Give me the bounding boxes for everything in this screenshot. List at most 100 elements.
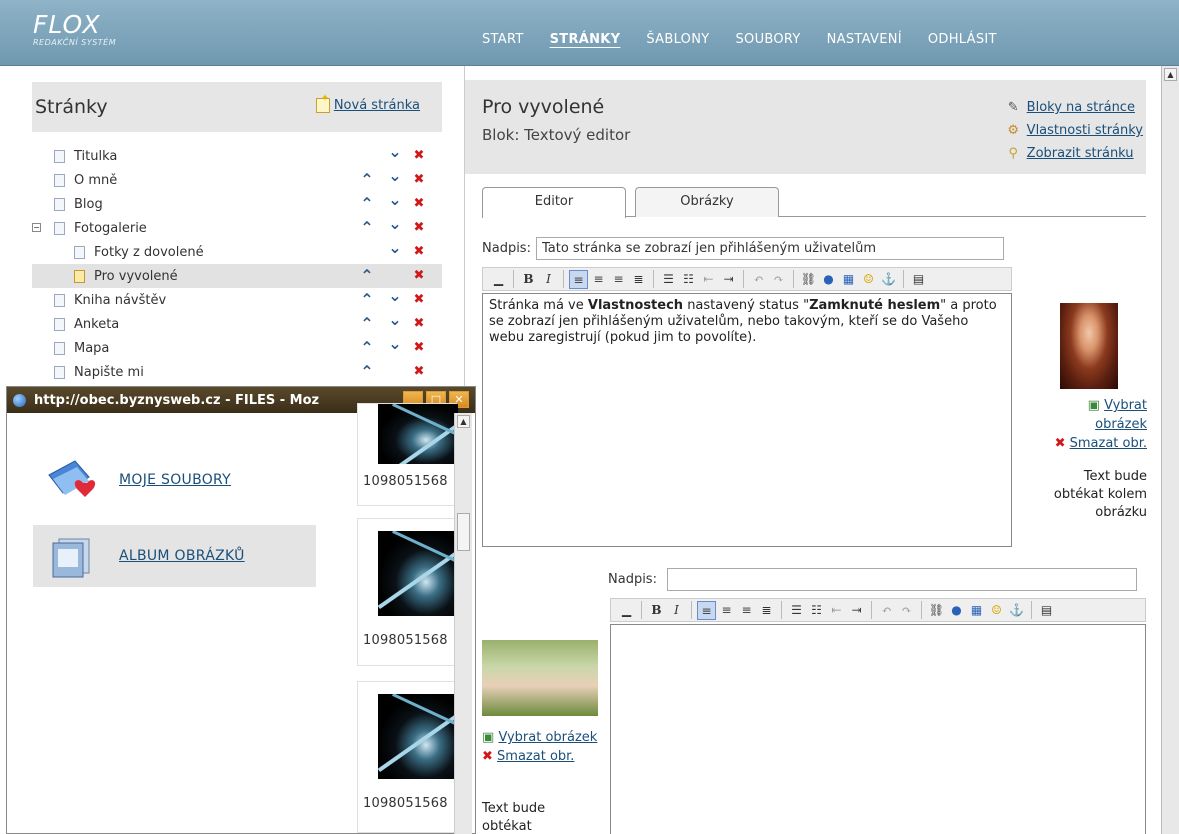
move-up-icon[interactable]: ⌃ (360, 290, 374, 309)
align-left-icon[interactable]: ≡ (569, 269, 588, 289)
toolbar-handle[interactable]: ▁ (617, 601, 636, 620)
outdent-icon[interactable]: ⇤ (699, 270, 718, 289)
move-up-icon[interactable]: ⌃ (360, 314, 374, 333)
source-icon[interactable]: ▤ (1037, 601, 1056, 620)
align-center-icon[interactable]: ≡ (717, 601, 736, 620)
my-files-item[interactable]: MOJE SOUBORY (33, 449, 316, 511)
move-down-icon[interactable]: ⌄ (388, 166, 402, 185)
album-label[interactable]: ALBUM OBRÁZKŮ (119, 548, 245, 564)
ordered-list-icon[interactable]: ☰ (787, 601, 806, 620)
align-right-icon[interactable]: ≡ (609, 270, 628, 289)
popup-scrollbar[interactable]: ▲ (454, 413, 472, 834)
thumbnail-image[interactable] (378, 404, 458, 464)
delete-page-icon[interactable]: ✖ (412, 340, 426, 355)
undo-icon[interactable]: ↶ (877, 601, 896, 620)
italic-icon[interactable]: I (667, 601, 686, 620)
undo-icon[interactable]: ↶ (749, 270, 768, 289)
view-page-link[interactable]: Zobrazit stránku (1027, 142, 1134, 165)
view-link-row[interactable]: ⚲ Zobrazit stránku (1006, 142, 1143, 165)
delete-page-icon[interactable]: ✖ (412, 268, 426, 283)
page-tree-label[interactable]: Titulka (74, 149, 117, 164)
editor-content-2[interactable] (610, 624, 1146, 834)
link-icon[interactable]: ⛓ (927, 601, 946, 620)
bullet-list-icon[interactable]: ☷ (679, 270, 698, 289)
page-tree-label[interactable]: Anketa (74, 317, 119, 332)
collapse-toggle-icon[interactable]: − (32, 223, 41, 232)
move-up-icon[interactable]: ⌃ (360, 266, 374, 285)
page-tree-row[interactable]: Fotky z dovolené ⌄ ✖ (32, 238, 442, 264)
page-tree-row[interactable]: − Fotogalerie ⌃ ⌄ ✖ (32, 214, 442, 240)
link-icon[interactable]: ⛓ (799, 270, 818, 289)
move-up-icon[interactable]: ⌃ (360, 194, 374, 213)
table-icon[interactable]: ▦ (967, 601, 986, 620)
thumbnail-image[interactable] (378, 694, 458, 779)
outdent-icon[interactable]: ⇤ (827, 601, 846, 620)
move-down-icon[interactable]: ⌄ (388, 286, 402, 305)
page-tree-row[interactable]: Titulka ⌄ ✖ (32, 142, 442, 168)
delete-image-link-2[interactable]: Smazat obr. (497, 749, 574, 764)
properties-link-row[interactable]: ⚙ Vlastnosti stránky (1006, 119, 1143, 142)
anchor-icon[interactable]: ⚓ (879, 270, 898, 289)
thumbnail-card[interactable]: 1098051568 (357, 518, 458, 666)
move-up-icon[interactable]: ⌃ (360, 362, 374, 381)
bold-icon[interactable]: B (519, 270, 538, 289)
page-tree-row[interactable]: Kniha návštěv ⌃ ⌄ ✖ (32, 286, 442, 312)
delete-image-row-2[interactable]: ✖ Smazat obr. (482, 747, 602, 766)
move-down-icon[interactable]: ⌄ (388, 190, 402, 209)
table-icon[interactable]: ▦ (839, 270, 858, 289)
delete-page-icon[interactable]: ✖ (412, 220, 426, 235)
tab-images[interactable]: Obrázky (635, 187, 779, 217)
italic-icon[interactable]: I (539, 270, 558, 289)
select-image-row-1[interactable]: ▣ Vybrat obrázek (1035, 396, 1147, 434)
blocks-on-page-link[interactable]: Bloky na stránce (1027, 96, 1135, 119)
select-image-row-2[interactable]: ▣ Vybrat obrázek (482, 728, 602, 747)
blocks-link-row[interactable]: ✎ Bloky na stránce (1006, 96, 1143, 119)
move-down-icon[interactable]: ⌄ (388, 334, 402, 353)
main-scrollbar[interactable]: ▲ (1161, 66, 1179, 834)
anchor-icon[interactable]: ⚓ (1007, 601, 1026, 620)
scroll-up-icon[interactable]: ▲ (457, 415, 470, 428)
indent-icon[interactable]: ⇥ (719, 270, 738, 289)
move-down-icon[interactable]: ⌄ (388, 142, 402, 161)
delete-image-row-1[interactable]: ✖ Smazat obr. (1035, 434, 1147, 453)
globe-link-icon[interactable]: ● (947, 601, 966, 620)
page-tree-row[interactable]: Pro vyvolené ⌃ ✖ (32, 264, 442, 288)
delete-page-icon[interactable]: ✖ (412, 316, 426, 331)
delete-page-icon[interactable]: ✖ (412, 196, 426, 211)
move-down-icon[interactable]: ⌄ (388, 214, 402, 233)
delete-page-icon[interactable]: ✖ (412, 244, 426, 259)
page-tree-label[interactable]: Kniha návštěv (74, 293, 166, 308)
bullet-list-icon[interactable]: ☷ (807, 601, 826, 620)
select-image-link-1[interactable]: Vybrat obrázek (1095, 398, 1147, 432)
source-icon[interactable]: ▤ (909, 270, 928, 289)
page-tree-label[interactable]: O mně (74, 173, 117, 188)
delete-page-icon[interactable]: ✖ (412, 364, 426, 379)
move-up-icon[interactable]: ⌃ (360, 218, 374, 237)
delete-page-icon[interactable]: ✖ (412, 292, 426, 307)
scroll-up-icon[interactable]: ▲ (1164, 68, 1177, 81)
move-down-icon[interactable]: ⌄ (388, 310, 402, 329)
page-tree-row[interactable]: Napište mi ⌃ ✖ (32, 360, 442, 384)
align-center-icon[interactable]: ≡ (589, 270, 608, 289)
nav-start[interactable]: START (482, 32, 524, 47)
delete-page-icon[interactable]: ✖ (412, 172, 426, 187)
delete-image-link-1[interactable]: Smazat obr. (1070, 436, 1147, 451)
flox-logo[interactable]: FLOX REDAKČNÍ SYSTÉM (33, 12, 116, 48)
globe-link-icon[interactable]: ● (819, 270, 838, 289)
page-tree-label[interactable]: Mapa (74, 341, 109, 356)
indent-icon[interactable]: ⇥ (847, 601, 866, 620)
ordered-list-icon[interactable]: ☰ (659, 270, 678, 289)
smiley-icon[interactable]: ☺ (987, 601, 1006, 620)
redo-icon[interactable]: ↷ (897, 601, 916, 620)
nav-odhlasit[interactable]: ODHLÁSIT (928, 32, 997, 47)
portrait-image[interactable] (1060, 303, 1118, 389)
align-right-icon[interactable]: ≡ (737, 601, 756, 620)
move-up-icon[interactable]: ⌃ (360, 170, 374, 189)
thumbnail-card[interactable]: 1098051568 (357, 681, 458, 833)
heading-input-2[interactable] (666, 568, 1137, 591)
page-tree-row[interactable]: O mně ⌃ ⌄ ✖ (32, 166, 442, 192)
page-tree-label[interactable]: Blog (74, 197, 103, 212)
thumbnail-card[interactable]: 1098051568 (357, 403, 458, 506)
redo-icon[interactable]: ↷ (769, 270, 788, 289)
toolbar-handle[interactable]: ▁ (489, 270, 508, 289)
